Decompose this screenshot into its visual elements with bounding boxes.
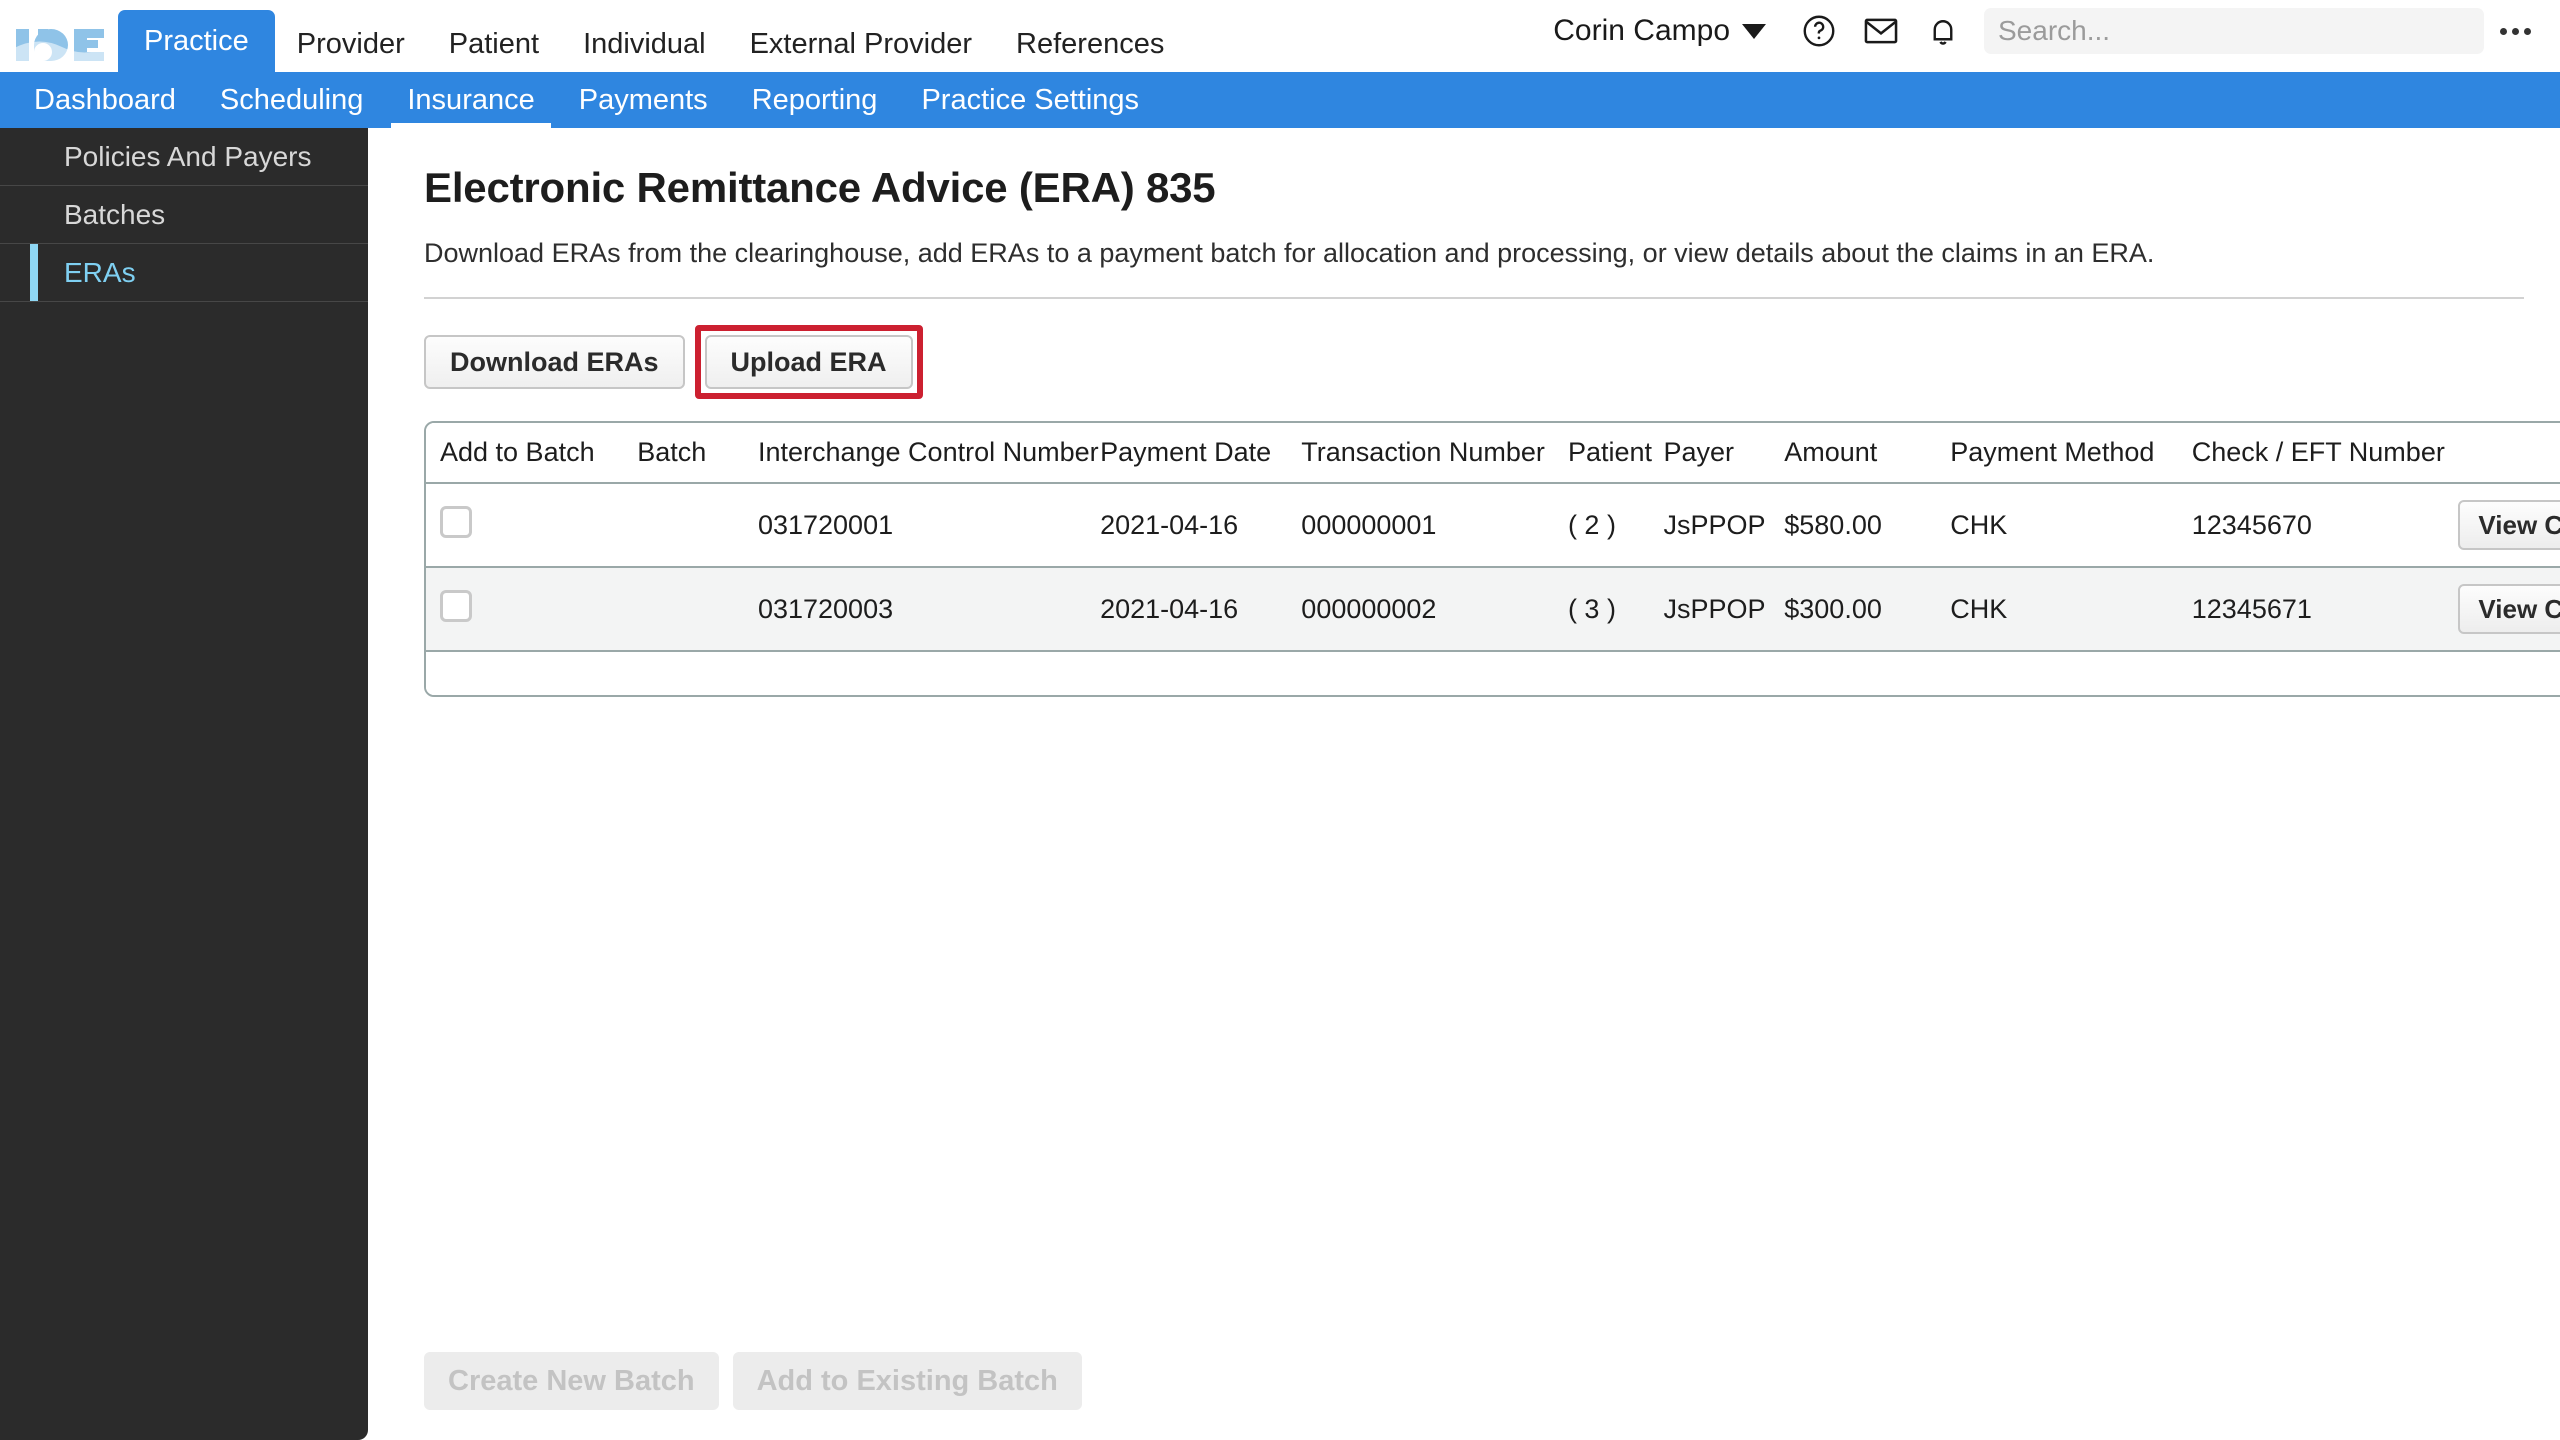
- top-tab-patient[interactable]: Patient: [427, 16, 561, 72]
- kebab-dot: [2511, 27, 2519, 35]
- bell-icon[interactable]: [1912, 0, 1974, 62]
- column-header-amount: Amount: [1770, 423, 1937, 484]
- table-row: 031720001 2021-04-16 000000001 ( 2 ) JsP…: [426, 483, 2560, 568]
- column-header-batch: Batch: [623, 423, 744, 484]
- cell-check-eft-number: 12345670: [2177, 483, 2445, 568]
- upload-era-highlight: Upload ERA: [694, 325, 923, 399]
- cell-interchange-control-number: 031720003: [743, 567, 1087, 652]
- column-header-interchange-control-number: Interchange Control Number: [743, 423, 1099, 484]
- kebab-dot: [2523, 27, 2531, 35]
- primary-nav: Practice Provider Patient Individual Ext…: [118, 0, 1186, 72]
- cell-batch: [623, 483, 744, 568]
- secondary-nav: Dashboard Scheduling Insurance Payments …: [0, 72, 2560, 128]
- page-body: Policies And Payers Batches ERAs Electro…: [0, 128, 2560, 1440]
- search-input[interactable]: Search...: [1984, 8, 2484, 54]
- column-header-patient: Patient: [1553, 423, 1652, 484]
- main-content: Electronic Remittance Advice (ERA) 835 D…: [368, 128, 2560, 1440]
- subnav-item-scheduling[interactable]: Scheduling: [198, 72, 386, 128]
- help-circle-icon[interactable]: [1788, 0, 1850, 62]
- kebab-dot: [2499, 27, 2507, 35]
- sidebar-item-batches[interactable]: Batches: [0, 186, 368, 244]
- cell-amount: $300.00: [1770, 567, 1937, 652]
- cell-actions: View Claims: [2444, 567, 2560, 652]
- sidebar-item-policies-and-payers[interactable]: Policies And Payers: [0, 128, 368, 186]
- download-eras-button[interactable]: Download ERAs: [424, 335, 685, 389]
- cell-add-to-batch: [426, 567, 624, 652]
- top-tab-references[interactable]: References: [994, 16, 1186, 72]
- cell-payment-method: CHK: [1936, 567, 2178, 652]
- divider: [424, 297, 2524, 299]
- search-placeholder: Search...: [1998, 15, 2111, 46]
- era-table-body: 031720001 2021-04-16 000000001 ( 2 ) JsP…: [426, 483, 2560, 695]
- cell-batch: [623, 567, 744, 652]
- column-header-actions: [2444, 423, 2560, 484]
- ice-logo[interactable]: [12, 22, 108, 68]
- cell-check-eft-number: 12345671: [2177, 567, 2445, 652]
- top-tab-practice[interactable]: Practice: [118, 10, 275, 72]
- top-tab-external-provider[interactable]: External Provider: [728, 16, 994, 72]
- cell-amount: $580.00: [1770, 483, 1937, 568]
- chevron-down-icon: [1742, 23, 1766, 39]
- top-bar: Practice Provider Patient Individual Ext…: [0, 0, 2560, 72]
- cell-add-to-batch: [426, 483, 624, 568]
- subnav-item-reporting[interactable]: Reporting: [730, 72, 900, 128]
- create-new-batch-button[interactable]: Create New Batch: [424, 1352, 719, 1410]
- cell-actions: View Claims: [2444, 483, 2560, 568]
- cell-interchange-control-number: 031720001: [743, 483, 1087, 568]
- subnav-item-payments[interactable]: Payments: [557, 72, 730, 128]
- table-footer-cell: [426, 651, 2560, 695]
- era-table-container: Add to Batch Batch Interchange Control N…: [424, 421, 2560, 697]
- view-claims-button[interactable]: View Claims: [2458, 500, 2560, 550]
- column-header-transaction-number: Transaction Number: [1287, 423, 1554, 484]
- cell-payer: JsPPOP: [1649, 567, 1771, 652]
- cell-payment-method: CHK: [1936, 483, 2178, 568]
- kebab-icon[interactable]: [2484, 0, 2546, 62]
- cell-patient: ( 2 ): [1553, 483, 1650, 568]
- cell-patient: ( 3 ): [1553, 567, 1650, 652]
- upload-era-button[interactable]: Upload ERA: [704, 335, 913, 389]
- add-to-existing-batch-button[interactable]: Add to Existing Batch: [732, 1352, 1082, 1410]
- subnav-item-insurance[interactable]: Insurance: [385, 72, 556, 128]
- cell-payment-date: 2021-04-16: [1086, 483, 1288, 568]
- top-tab-individual[interactable]: Individual: [561, 16, 728, 72]
- cell-payer: JsPPOP: [1649, 483, 1771, 568]
- sidebar-item-eras[interactable]: ERAs: [0, 244, 368, 302]
- cell-payment-date: 2021-04-16: [1086, 567, 1288, 652]
- batch-action-buttons: Create New Batch Add to Existing Batch: [424, 1352, 1082, 1410]
- column-header-payment-method: Payment Method: [1936, 423, 2178, 484]
- table-row: 031720003 2021-04-16 000000002 ( 3 ) JsP…: [426, 567, 2560, 652]
- page-description: Download ERAs from the clearinghouse, ad…: [424, 238, 2155, 268]
- top-tab-provider[interactable]: Provider: [275, 16, 427, 72]
- cell-transaction-number: 000000002: [1287, 567, 1554, 652]
- subnav-item-practice-settings[interactable]: Practice Settings: [899, 72, 1161, 128]
- table-header-row: Add to Batch Batch Interchange Control N…: [426, 423, 2560, 484]
- user-menu[interactable]: Corin Campo: [1531, 14, 1788, 48]
- top-bar-right: Corin Campo Search...: [1531, 0, 2560, 62]
- add-to-batch-checkbox[interactable]: [440, 589, 472, 622]
- envelope-icon[interactable]: [1850, 0, 1912, 62]
- cell-transaction-number: 000000001: [1287, 483, 1554, 568]
- column-header-add-to-batch: Add to Batch: [426, 423, 624, 484]
- page-title: Electronic Remittance Advice (ERA) 835: [424, 164, 1216, 211]
- subnav-item-dashboard[interactable]: Dashboard: [12, 72, 198, 128]
- table-footer-row: [426, 651, 2560, 695]
- action-button-row: Download ERAs Upload ERA: [424, 325, 2560, 399]
- column-header-payer: Payer: [1649, 423, 1771, 484]
- era-table: Add to Batch Batch Interchange Control N…: [426, 423, 2560, 695]
- column-header-payment-date: Payment Date: [1086, 423, 1288, 484]
- era-table-head: Add to Batch Batch Interchange Control N…: [426, 423, 2560, 484]
- view-claims-button[interactable]: View Claims: [2458, 584, 2560, 634]
- add-to-batch-checkbox[interactable]: [440, 505, 472, 538]
- sidebar: Policies And Payers Batches ERAs: [0, 128, 368, 1440]
- column-header-check-eft-number: Check / EFT Number: [2177, 423, 2445, 484]
- user-name: Corin Campo: [1553, 14, 1730, 47]
